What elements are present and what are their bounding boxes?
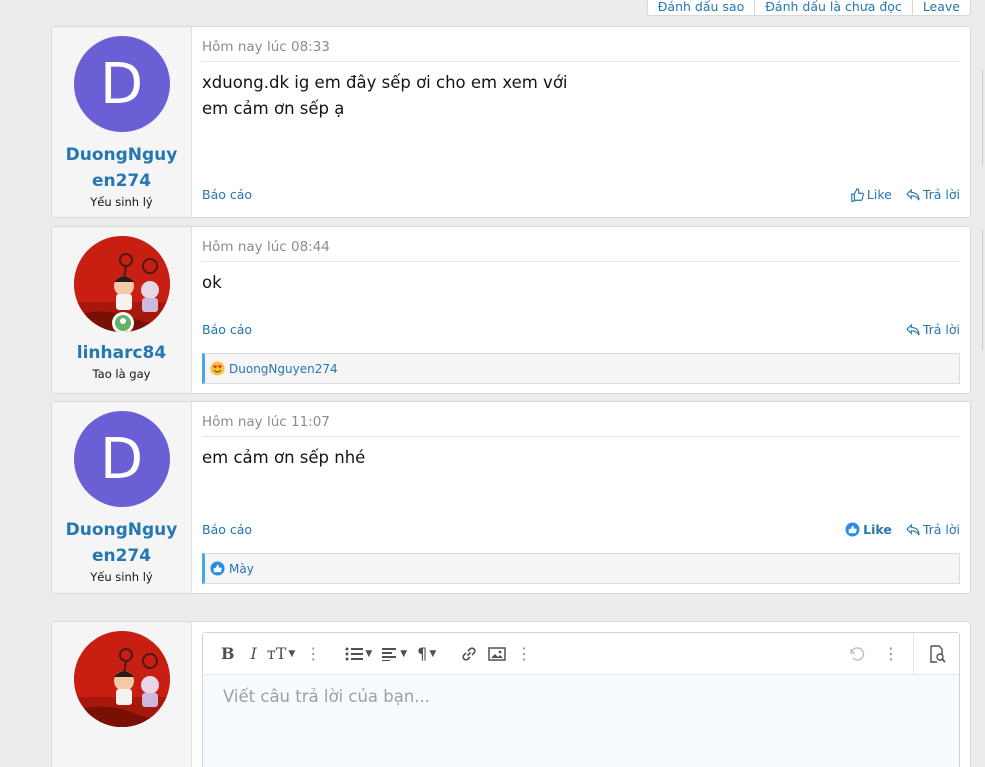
reactions-bar[interactable]: Mày (202, 553, 960, 584)
like-reaction-icon (845, 522, 860, 537)
message-line: em cảm ơn sếp ạ (202, 99, 345, 118)
reply-editor: B I тT ▼ ⋮ ▼ ▼ ¶ ▼ ⋮ ⋮ Viết câu trả lời … (202, 632, 960, 767)
user-title: Yếu sinh lý (90, 195, 153, 209)
reply-label: Trả lời (922, 522, 960, 537)
italic-icon[interactable]: I (251, 639, 257, 669)
message-line: xduong.dk ig em đây sếp ơi cho em xem vớ… (202, 73, 568, 92)
post-message: ok (202, 262, 960, 296)
reactions-bar[interactable]: DuongNguyen274 (202, 353, 960, 384)
reply-icon (906, 188, 920, 200)
reaction-users[interactable]: DuongNguyen274 (229, 362, 338, 376)
post-user-cell: D DuongNguyen274 Yếu sinh lý (52, 27, 192, 217)
reply-button[interactable]: Trả lời (906, 187, 960, 202)
reply-label: Trả lời (922, 187, 960, 202)
avatar[interactable] (73, 236, 170, 332)
post-user-cell: linharc84 Tao là gay (52, 227, 192, 393)
preview-icon[interactable] (913, 633, 959, 674)
report-link[interactable]: Báo cáo (202, 522, 252, 537)
post-message: em cảm ơn sếp nhé (202, 437, 960, 471)
image-icon[interactable] (488, 639, 507, 669)
like-button[interactable]: Like (845, 522, 892, 537)
like-label: Like (863, 522, 892, 537)
reply-label: Trả lời (922, 322, 960, 337)
user-title: Yếu sinh lý (90, 570, 153, 584)
avatar[interactable]: D (73, 411, 170, 507)
thumbs-up-icon (851, 187, 864, 202)
leave-button[interactable]: Leave (912, 0, 971, 16)
reply-icon (906, 523, 920, 535)
online-status-icon (111, 312, 134, 332)
editor-toolbar: B I тT ▼ ⋮ ▼ ▼ ¶ ▼ ⋮ ⋮ (203, 633, 959, 675)
reply-button[interactable]: Trả lời (906, 322, 960, 337)
love-reaction-icon (210, 361, 225, 376)
post-message: xduong.dk ig em đây sếp ơi cho em xem vớ… (202, 62, 960, 122)
avatar-image (73, 631, 170, 727)
reply-user-cell (52, 622, 192, 767)
bold-icon[interactable]: B (221, 639, 235, 669)
post-user-cell: D DuongNguyen274 Yếu sinh lý (52, 402, 192, 593)
more-tools-icon[interactable]: ⋮ (883, 639, 899, 669)
username[interactable]: linharc84 (62, 340, 182, 366)
list-icon[interactable]: ▼ (345, 639, 372, 669)
quick-reply: B I тT ▼ ⋮ ▼ ▼ ¶ ▼ ⋮ ⋮ Viết câu trả lời … (51, 621, 971, 767)
post-timestamp[interactable]: Hôm nay lúc 08:33 (202, 27, 960, 62)
message-line: ok (202, 273, 222, 292)
reply-button[interactable]: Trả lời (906, 522, 960, 537)
post-footer: Báo cáo Like Trả lời (202, 522, 960, 537)
link-icon[interactable] (460, 639, 478, 669)
like-button[interactable]: Like (850, 187, 892, 202)
message-line: em cảm ơn sếp nhé (202, 448, 366, 467)
report-link[interactable]: Báo cáo (202, 187, 252, 202)
mark-unread-button[interactable]: Đánh dấu là chưa đọc (755, 0, 913, 16)
report-link[interactable]: Báo cáo (202, 322, 252, 337)
more-options-icon[interactable]: ⋮ (305, 639, 321, 669)
post-footer: Báo cáo Like Trả lời (202, 187, 960, 202)
post: D DuongNguyen274 Yếu sinh lý Hôm nay lúc… (51, 401, 971, 594)
paragraph-icon[interactable]: ¶ ▼ (417, 639, 436, 669)
reaction-users[interactable]: Mày (229, 562, 254, 576)
post-footer: Báo cáo Trả lời (202, 322, 960, 337)
bookmark-button[interactable]: Đánh dấu sao (646, 0, 756, 16)
reply-icon (906, 323, 920, 335)
username[interactable]: DuongNguyen274 (62, 142, 182, 194)
undo-icon[interactable] (847, 639, 865, 669)
text-size-icon[interactable]: тT ▼ (267, 639, 295, 669)
user-title: Tao là gay (92, 367, 151, 381)
avatar (73, 631, 170, 727)
like-reaction-icon (210, 561, 225, 576)
post: linharc84 Tao là gay Hôm nay lúc 08:44 o… (51, 226, 971, 394)
post-timestamp[interactable]: Hôm nay lúc 11:07 (202, 402, 960, 437)
like-label: Like (866, 187, 892, 202)
post: D DuongNguyen274 Yếu sinh lý Hôm nay lúc… (51, 26, 971, 218)
username[interactable]: DuongNguyen274 (62, 517, 182, 569)
post-timestamp[interactable]: Hôm nay lúc 08:44 (202, 227, 960, 262)
align-icon[interactable]: ▼ (382, 639, 407, 669)
thread-actions: Đánh dấu sao Đánh dấu là chưa đọc Leave (646, 0, 971, 16)
more-insert-icon[interactable]: ⋮ (516, 639, 532, 669)
avatar[interactable]: D (73, 36, 170, 132)
reply-input[interactable]: Viết câu trả lời của bạn... (203, 675, 959, 718)
